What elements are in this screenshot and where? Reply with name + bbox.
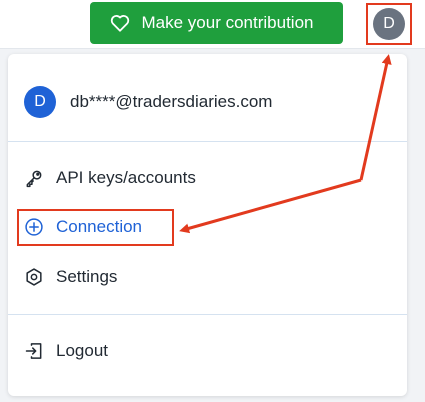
heart-icon [110, 14, 130, 32]
menu-item-label: Settings [56, 267, 118, 286]
menu-item-api-keys[interactable]: API keys/accounts [24, 168, 196, 188]
logout-icon [24, 341, 44, 361]
gear-icon [24, 267, 44, 287]
menu-item-connection[interactable]: Connection [24, 217, 142, 237]
menu-divider [8, 141, 407, 142]
menu-item-label: Connection [56, 217, 143, 236]
menu-item-logout[interactable]: Logout [24, 341, 108, 361]
menu-item-settings[interactable]: Settings [24, 267, 117, 287]
account-header: D db****@tradersdiaries.com [24, 86, 272, 118]
plus-circle-icon [24, 217, 44, 237]
make-contribution-button[interactable]: Make your contribution [90, 2, 343, 44]
menu-item-label: Logout [56, 341, 108, 360]
user-dropdown-menu: D db****@tradersdiaries.com API keys/acc… [8, 54, 407, 396]
account-avatar: D [24, 86, 56, 118]
user-avatar-button[interactable]: D [373, 8, 405, 40]
menu-divider [8, 314, 407, 315]
top-bar: Make your contribution D [0, 0, 425, 49]
make-contribution-label: Make your contribution [141, 13, 314, 32]
avatar-highlight-box: D [366, 3, 412, 45]
account-email: db****@tradersdiaries.com [70, 92, 273, 111]
key-icon [24, 168, 44, 188]
menu-item-label: API keys/accounts [56, 168, 196, 187]
